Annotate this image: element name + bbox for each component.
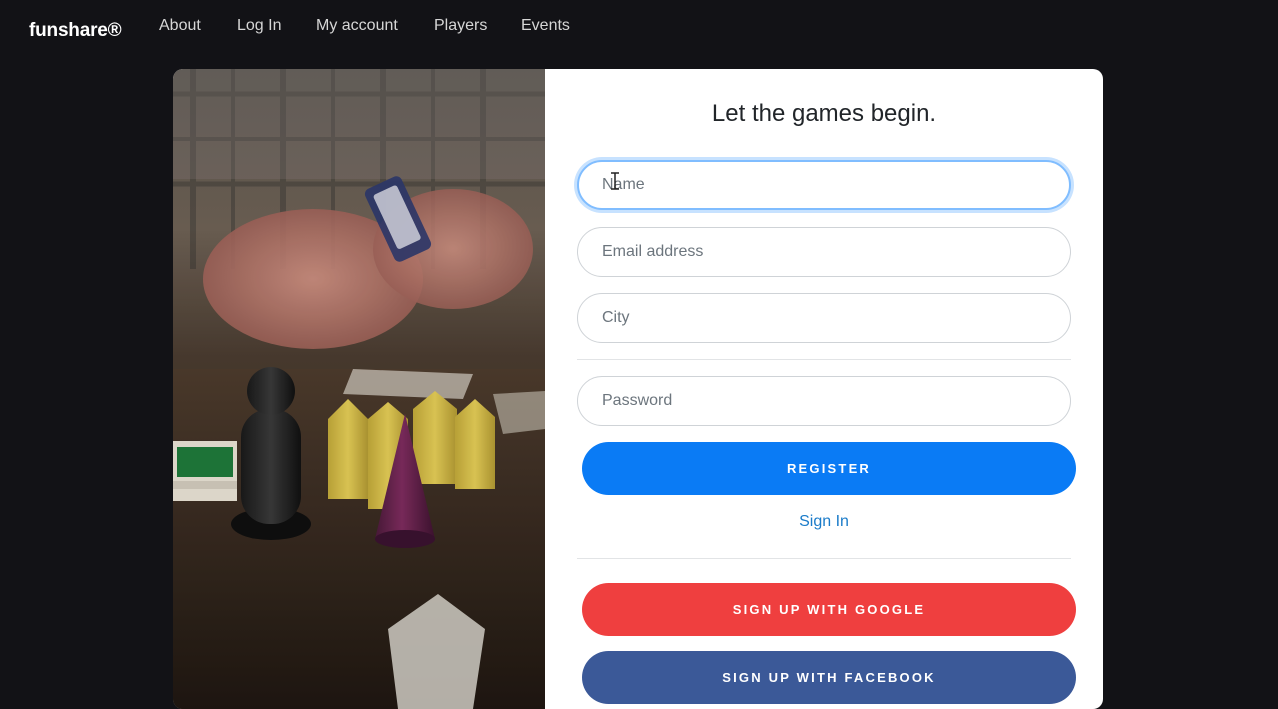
facebook-signup-button[interactable]: SIGN UP WITH FACEBOOK: [582, 651, 1076, 704]
password-input[interactable]: [577, 376, 1071, 426]
city-input[interactable]: [577, 293, 1071, 343]
nav-link-log-in[interactable]: Log In: [237, 17, 281, 35]
divider: [577, 558, 1071, 559]
board-game-photo: [173, 69, 545, 709]
signup-card: Let the games begin. REGISTER Sign In SI…: [173, 69, 1103, 709]
brand-logo[interactable]: funshare®: [29, 20, 122, 42]
sign-in-link[interactable]: Sign In: [545, 513, 1103, 531]
nav-link-my-account[interactable]: My account: [316, 17, 398, 35]
signup-form: Let the games begin. REGISTER Sign In SI…: [545, 69, 1103, 709]
nav-link-players[interactable]: Players: [434, 17, 487, 35]
form-headline: Let the games begin.: [711, 100, 937, 127]
divider: [577, 359, 1071, 360]
top-navbar: funshare® About Log In My account Player…: [0, 0, 1278, 60]
email-input[interactable]: [577, 227, 1071, 277]
nav-link-about[interactable]: About: [159, 17, 201, 35]
text-cursor-icon: [611, 172, 619, 190]
register-button[interactable]: REGISTER: [582, 442, 1076, 495]
google-signup-button[interactable]: SIGN UP WITH GOOGLE: [582, 583, 1076, 636]
name-input[interactable]: [577, 160, 1071, 210]
nav-link-events[interactable]: Events: [521, 17, 570, 35]
